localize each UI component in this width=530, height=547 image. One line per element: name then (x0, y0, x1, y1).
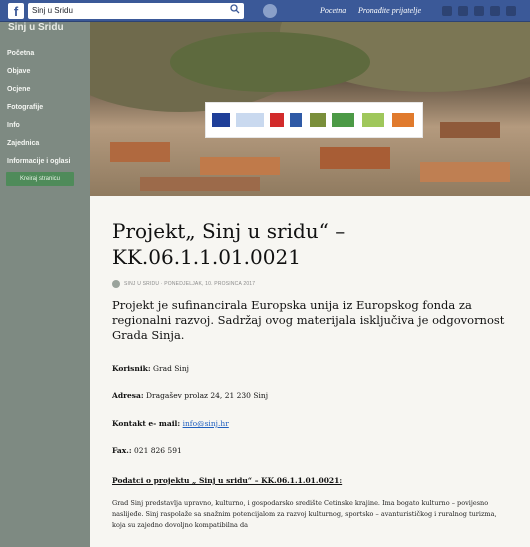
article-meta: SINJ U SRIDU · PONEDJELJAK, 10. PROSINCA… (124, 281, 256, 287)
info-row: Korisnik: Grad Sinj (112, 364, 189, 373)
sidebar-item-info[interactable]: Info (7, 122, 20, 129)
article-body: Grad Sinj predstavlja upravno, kulturno,… (112, 499, 497, 529)
article: Projekt„ Sinj u sridu“ – KK.06.1.1.01.00… (90, 196, 530, 547)
sidebar-item-reviews[interactable]: Ocjene (7, 86, 30, 93)
partner-logo-icon (392, 113, 414, 127)
top-bar: f Sinj u Sridu Pocetna Pronađite prijate… (0, 0, 530, 22)
avatar[interactable] (263, 4, 277, 18)
sidebar-item-home[interactable]: Početna (7, 50, 34, 57)
info-label: Fax.: (112, 446, 132, 455)
eu-funds-logo-icon (236, 113, 264, 127)
sidebar-item-announcements[interactable]: Informacije i oglasi (7, 158, 70, 165)
notifications-icon[interactable] (474, 6, 484, 16)
partner-logo-icon (310, 113, 326, 127)
create-page-button[interactable]: Kreiraj stranicu (6, 172, 74, 186)
croatia-flag-icon (270, 113, 284, 127)
page-sidebar: Sinj u Sridu Početna Objave Ocjene Fotog… (0, 22, 90, 547)
eu-flag-icon (212, 113, 230, 127)
info-value: Dragašev prolaz 24, 21 230 Sinj (146, 391, 269, 400)
article-lead: Projekt je sufinancirala Europska unija … (112, 298, 505, 342)
page-avatar-icon (112, 280, 120, 288)
page-name: Sinj u Sridu (8, 22, 64, 33)
article-title: Projekt„ Sinj u sridu“ – KK.06.1.1.01.00… (112, 219, 346, 269)
sidebar-item-photos[interactable]: Fotografije (7, 104, 43, 111)
section-heading: Podatci o projektu „ Sinj u sridu“ – KK.… (112, 476, 343, 485)
info-label: Korisnik: (112, 364, 151, 373)
cover-photo (90, 22, 530, 197)
info-row: Adresa: Dragašev prolaz 24, 21 230 Sinj (112, 391, 268, 400)
sidebar-item-community[interactable]: Zajednica (7, 140, 39, 147)
info-row: Kontakt e- mail: info@sinj.hr (112, 419, 229, 428)
coat-of-arms-icon (290, 113, 302, 127)
info-label: Kontakt e- mail: (112, 419, 181, 428)
partner-logo-icon (362, 113, 384, 127)
search-input[interactable]: Sinj u Sridu (28, 3, 244, 19)
messages-icon[interactable] (458, 6, 468, 16)
info-value: Grad Sinj (153, 364, 189, 373)
email-link[interactable]: info@sinj.hr (183, 419, 229, 428)
partner-logo-icon (332, 113, 354, 127)
eu-funding-logos (205, 102, 423, 138)
info-label: Adresa: (112, 391, 144, 400)
search-icon[interactable] (230, 4, 240, 14)
facebook-logo-icon[interactable]: f (8, 3, 24, 19)
nav-home[interactable]: Pocetna (320, 6, 346, 15)
friend-requests-icon[interactable] (442, 6, 452, 16)
info-row: Fax.: 021 826 591 (112, 446, 182, 455)
help-icon[interactable] (490, 6, 500, 16)
sidebar-item-posts[interactable]: Objave (7, 68, 30, 75)
nav-find-friends[interactable]: Pronađite prijatelje (358, 6, 421, 15)
info-value: 021 826 591 (134, 446, 182, 455)
settings-icon[interactable] (506, 6, 516, 16)
